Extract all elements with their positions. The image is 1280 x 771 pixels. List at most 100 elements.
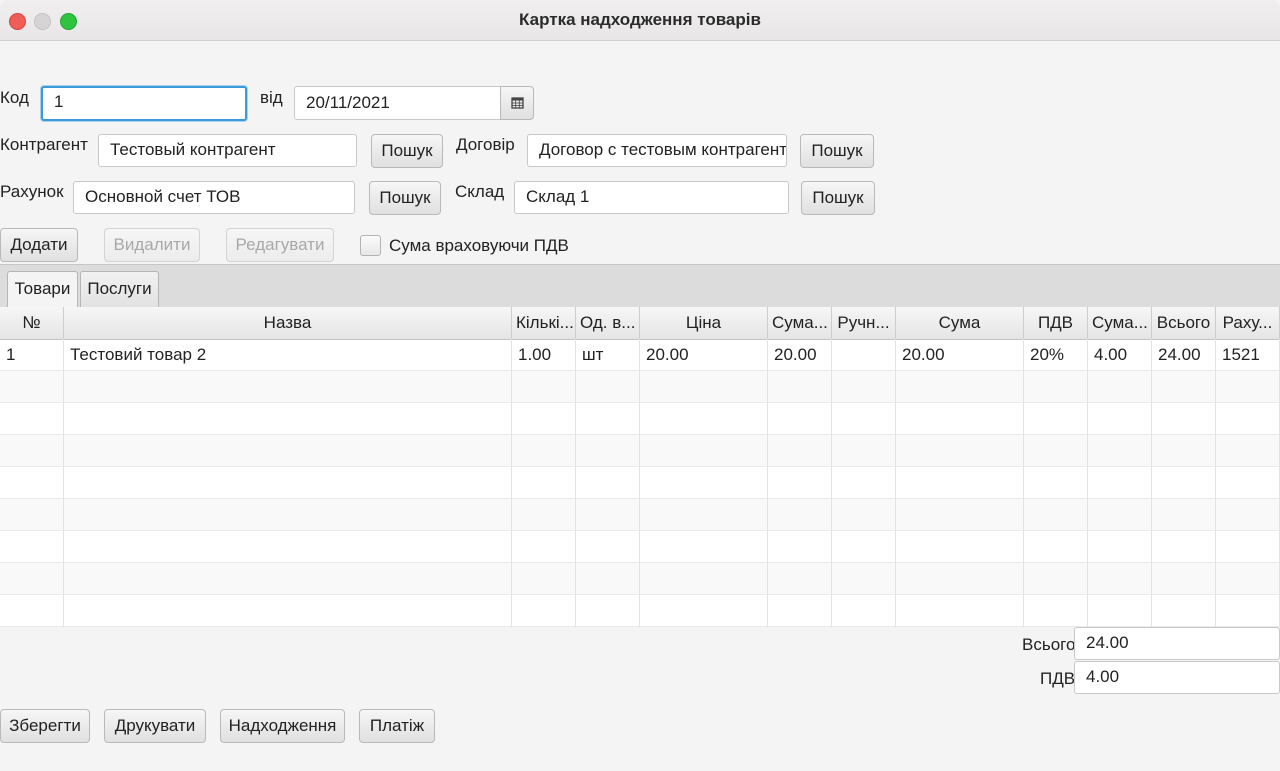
table-cell (1024, 403, 1088, 435)
table-cell: 4.00 (1088, 339, 1152, 371)
table-cell (1024, 563, 1088, 595)
table-cell: 24.00 (1152, 339, 1216, 371)
add-button[interactable]: Додати (0, 228, 78, 262)
column-header[interactable]: Кількі... (512, 307, 576, 339)
empty-table-row[interactable] (0, 595, 1280, 627)
table-cell (768, 499, 832, 531)
delete-button[interactable]: Видалити (104, 228, 200, 262)
column-header[interactable]: Од. в... (576, 307, 640, 339)
column-header[interactable]: Ціна (640, 307, 768, 339)
receipt-button[interactable]: Надходження (220, 709, 345, 743)
table-cell (768, 563, 832, 595)
table-cell (640, 595, 768, 627)
table-cell (896, 435, 1024, 467)
date-input[interactable]: 20/11/2021 (294, 86, 501, 120)
column-header[interactable]: Ручн... (832, 307, 896, 339)
column-header[interactable]: ПДВ (1024, 307, 1088, 339)
warehouse-input[interactable]: Склад 1 (514, 181, 789, 214)
table-cell (576, 371, 640, 403)
table-cell (896, 499, 1024, 531)
column-header[interactable]: Сума... (1088, 307, 1152, 339)
table-cell (1088, 403, 1152, 435)
table-cell (576, 595, 640, 627)
table-cell (640, 531, 768, 563)
table-cell (1024, 531, 1088, 563)
table-cell (512, 371, 576, 403)
table-cell (576, 563, 640, 595)
vat-included-checkbox[interactable] (360, 235, 381, 256)
receipt-card-window: Картка надходження товарів Код 1 від 20/… (0, 0, 1280, 771)
table-cell (1024, 435, 1088, 467)
empty-table-row[interactable] (0, 563, 1280, 595)
table-cell (64, 595, 512, 627)
table-cell (832, 595, 896, 627)
edit-button[interactable]: Редагувати (226, 228, 334, 262)
counterparty-input[interactable]: Тестовый контрагент (98, 134, 357, 167)
empty-table-row[interactable] (0, 435, 1280, 467)
table-cell (1216, 403, 1280, 435)
contract-label: Договір (456, 135, 515, 154)
table-cell (768, 435, 832, 467)
table-cell (1152, 563, 1216, 595)
tab-goods[interactable]: Товари (7, 271, 78, 307)
save-button[interactable]: Зберегти (0, 709, 90, 743)
tab-services[interactable]: Послуги (80, 271, 159, 307)
account-label: Рахунок (0, 182, 64, 201)
table-cell (64, 467, 512, 499)
counterparty-search-button[interactable]: Пошук (371, 134, 443, 168)
table-cell (896, 371, 1024, 403)
empty-table-row[interactable] (0, 531, 1280, 563)
empty-table-row[interactable] (0, 403, 1280, 435)
total-field[interactable]: 24.00 (1074, 627, 1280, 660)
column-header[interactable]: Сума (896, 307, 1024, 339)
table-cell (1216, 595, 1280, 627)
vat-field[interactable]: 4.00 (1074, 661, 1280, 694)
table-cell (64, 563, 512, 595)
table-cell: 1 (0, 339, 64, 371)
table-cell (1088, 467, 1152, 499)
table-cell (832, 339, 896, 371)
account-search-button[interactable]: Пошук (369, 181, 441, 215)
table-header: № Назва Кількі... Од. в... Ціна Сума... Ручн..… (0, 307, 1280, 340)
account-input[interactable]: Основной счет ТОВ (73, 181, 355, 214)
table-cell (1024, 595, 1088, 627)
column-header[interactable]: Всього (1152, 307, 1216, 339)
table-cell (0, 563, 64, 595)
table-cell: Тестовий товар 2 (64, 339, 512, 371)
table-cell (1024, 371, 1088, 403)
payment-button[interactable]: Платіж (359, 709, 435, 743)
column-header[interactable]: Раху... (1216, 307, 1280, 339)
table-cell (896, 531, 1024, 563)
empty-table-row[interactable] (0, 371, 1280, 403)
table-cell: 1.00 (512, 339, 576, 371)
code-input[interactable]: 1 (41, 86, 247, 121)
empty-table-row[interactable] (0, 499, 1280, 531)
vat-included-label: Сума враховуючи ПДВ (389, 236, 569, 255)
table-cell (640, 371, 768, 403)
table-cell (64, 403, 512, 435)
table-cell (1216, 563, 1280, 595)
table-cell (576, 531, 640, 563)
column-header[interactable]: № (0, 307, 64, 339)
table-cell (512, 499, 576, 531)
print-button[interactable]: Друкувати (104, 709, 206, 743)
table-cell (1024, 499, 1088, 531)
table-cell (832, 531, 896, 563)
column-header[interactable]: Сума... (768, 307, 832, 339)
title-bar: Картка надходження товарів (0, 0, 1280, 41)
contract-input[interactable]: Договор с тестовым контрагент (527, 134, 787, 167)
column-header[interactable]: Назва (64, 307, 512, 339)
table-cell (1152, 499, 1216, 531)
date-picker-button[interactable] (500, 86, 534, 120)
warehouse-search-button[interactable]: Пошук (801, 181, 875, 215)
empty-table-row[interactable] (0, 467, 1280, 499)
table-cell (64, 499, 512, 531)
table-cell (576, 467, 640, 499)
table-cell (832, 563, 896, 595)
goods-table: № Назва Кількі... Од. в... Ціна Сума... Ручн..… (0, 307, 1280, 627)
table-cell: 20% (1024, 339, 1088, 371)
table-row[interactable]: 1 Тестовий товар 2 1.00 шт 20.00 20.00 20.00 20… (0, 339, 1280, 371)
contract-search-button[interactable]: Пошук (800, 134, 874, 168)
table-cell (0, 435, 64, 467)
table-cell (512, 467, 576, 499)
